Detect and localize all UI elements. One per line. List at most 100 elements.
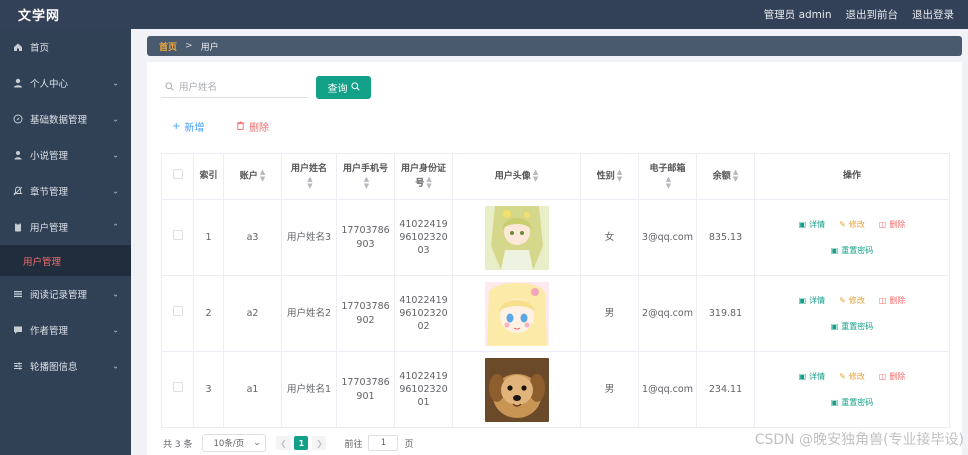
header-account[interactable]: 账户 ▲ ▼ — [223, 153, 282, 200]
edit-button[interactable]: ✎ 修改 — [839, 295, 865, 306]
batch-delete-button[interactable]: 删除 — [236, 119, 269, 134]
header-idcard[interactable]: 用户身份证号 ▲ ▼ — [394, 153, 453, 200]
sort-icon[interactable]: ▲ ▼ — [260, 169, 265, 183]
reset-password-button[interactable]: ▣ 重置密码 — [831, 245, 874, 256]
breadcrumb-home[interactable]: 首页 — [159, 40, 177, 53]
sidebar-item-home[interactable]: 首页 — [0, 29, 131, 65]
detail-button[interactable]: ▣ 详情 — [799, 295, 826, 306]
sort-icon[interactable]: ▲ ▼ — [533, 169, 538, 183]
prev-page-button[interactable]: ❮ — [276, 436, 291, 450]
cell-email: 1@qq.com — [638, 351, 697, 428]
main-panel: 查询 + 新增 删除 索引 账户▲▼ 用户姓名▲▼ 用户手机号▲▼ 用户身份证号… — [147, 62, 962, 455]
delete-button[interactable]: ◫ 删除 — [879, 295, 906, 306]
pencil-icon: ✎ — [839, 372, 846, 382]
row-checkbox[interactable] — [172, 230, 183, 241]
page-jump-input[interactable]: 1 — [368, 435, 399, 451]
header-email[interactable]: 电子邮箱 ▲ ▼ — [638, 153, 697, 200]
header-name[interactable]: 用户姓名 ▲ ▼ — [281, 153, 337, 200]
cell-idcard: 410224199610232001 — [394, 351, 453, 428]
sidebar-item-authors[interactable]: 作者管理 ⌄ — [0, 312, 131, 348]
logout-link[interactable]: 退出登录 — [912, 7, 954, 22]
page-number-current[interactable]: 1 — [294, 436, 309, 450]
document-icon: ▣ — [798, 372, 807, 382]
breadcrumb-separator: > — [185, 41, 193, 51]
sort-icon[interactable]: ▲ ▼ — [426, 175, 431, 190]
header-phone[interactable]: 用户手机号 ▲ ▼ — [336, 153, 395, 200]
trash-icon: ◫ — [878, 296, 887, 306]
row-actions: ▣ 详情 ✎ 修改 ◫ 删除 ▣ 重置密码 — [758, 371, 946, 407]
sort-icon[interactable]: ▲ ▼ — [666, 175, 671, 190]
add-button[interactable]: + 新增 — [172, 119, 204, 134]
search-input[interactable] — [179, 82, 299, 93]
sort-icon[interactable]: ▲ ▼ — [307, 175, 312, 190]
breadcrumb: 首页 > 用户 — [147, 36, 962, 56]
reset-password-button[interactable]: ▣ 重置密码 — [831, 397, 874, 408]
cell-email: 3@qq.com — [638, 199, 697, 276]
sort-icon[interactable]: ▲ ▼ — [733, 169, 738, 183]
avatar — [484, 205, 549, 270]
document-icon: ▣ — [830, 321, 839, 331]
sort-icon[interactable]: ▲ ▼ — [617, 169, 622, 183]
compass-icon — [12, 114, 24, 124]
table-row: 2 a2 用户姓名2 17703786902 41022419961023200… — [161, 275, 950, 352]
document-icon: ▣ — [830, 245, 839, 255]
detail-button[interactable]: ▣ 详情 — [799, 219, 826, 230]
header-avatar[interactable]: 用户头像 ▲ ▼ — [452, 153, 581, 200]
sidebar-subitem-user-management[interactable]: 用户管理 — [0, 245, 131, 276]
detail-button[interactable]: ▣ 详情 — [799, 371, 826, 382]
person-icon — [12, 78, 24, 88]
row-checkbox[interactable] — [172, 382, 183, 393]
chevron-left-icon: ❮ — [280, 438, 287, 448]
cell-account: a1 — [223, 351, 282, 428]
chevron-up-icon: ⌃ — [112, 222, 119, 232]
sidebar-item-novels[interactable]: 小说管理 ⌄ — [0, 137, 131, 173]
page-size-select[interactable]: 10条/页 ⌄ — [202, 434, 267, 452]
header-gender[interactable]: 性别 ▲ ▼ — [580, 153, 639, 200]
query-button[interactable]: 查询 — [316, 76, 371, 99]
delete-button[interactable]: ◫ 删除 — [879, 371, 906, 382]
sort-icon[interactable]: ▲ ▼ — [364, 175, 369, 190]
delete-button[interactable]: ◫ 删除 — [879, 219, 906, 230]
reset-password-button[interactable]: ▣ 重置密码 — [831, 321, 874, 332]
chevron-down-icon: ⌄ — [112, 325, 119, 335]
header-balance[interactable]: 余额 ▲ ▼ — [696, 153, 755, 200]
sidebar-item-label: 作者管理 — [30, 326, 69, 337]
trash-icon — [236, 121, 245, 133]
cell-index: 3 — [193, 351, 224, 428]
cell-gender: 男 — [580, 351, 639, 428]
add-button-label: 新增 — [184, 123, 205, 134]
sidebar-item-profile[interactable]: 个人中心 ⌄ — [0, 65, 131, 101]
cell-phone: 17703786901 — [336, 351, 395, 428]
row-actions: ▣ 详情 ✎ 修改 ◫ 删除 ▣ 重置密码 — [758, 295, 946, 331]
sidebar-item-chapters[interactable]: 章节管理 ⌄ — [0, 173, 131, 209]
edit-button[interactable]: ✎ 修改 — [839, 371, 865, 382]
watermark: CSDN @晚安独角兽(专业接毕设) — [754, 432, 964, 448]
select-all-checkbox[interactable] — [172, 169, 183, 180]
cell-email: 2@qq.com — [638, 275, 697, 352]
page-unit-label: 页 — [404, 439, 414, 450]
sidebar-item-label: 基础数据管理 — [30, 115, 88, 126]
sidebar-item-users[interactable]: 用户管理 ⌃ — [0, 209, 131, 245]
sidebar-item-label: 用户管理 — [30, 223, 69, 234]
trash-icon: ◫ — [878, 220, 887, 230]
sidebar-item-base-data[interactable]: 基础数据管理 ⌄ — [0, 101, 131, 137]
header-ops: 操作 — [754, 153, 950, 200]
sidebar: 首页 个人中心 ⌄ 基础数据管理 ⌄ 小说管理 ⌄ 章节管理 ⌄ 用户管理 ⌃ — [0, 29, 131, 455]
row-checkbox[interactable] — [172, 306, 183, 317]
document-icon: ▣ — [830, 397, 839, 407]
cell-balance: 835.13 — [696, 199, 755, 276]
avatar — [484, 281, 549, 346]
sidebar-item-reading-records[interactable]: 阅读记录管理 ⌄ — [0, 276, 131, 312]
sidebar-item-carousel[interactable]: 轮播图信息 ⌄ — [0, 348, 131, 384]
admin-label: 管理员 admin — [763, 9, 832, 21]
edit-button[interactable]: ✎ 修改 — [839, 219, 865, 230]
sidebar-item-label: 章节管理 — [30, 187, 69, 198]
breadcrumb-current: 用户 — [200, 42, 219, 53]
cell-index: 2 — [193, 275, 224, 352]
cell-name: 用户姓名1 — [281, 351, 337, 428]
list-icon — [12, 289, 24, 299]
exit-to-front-link[interactable]: 退出到前台 — [846, 7, 899, 22]
cell-name: 用户姓名3 — [281, 199, 337, 276]
sidebar-item-label: 轮播图信息 — [30, 362, 78, 373]
next-page-button[interactable]: ❯ — [312, 436, 327, 450]
